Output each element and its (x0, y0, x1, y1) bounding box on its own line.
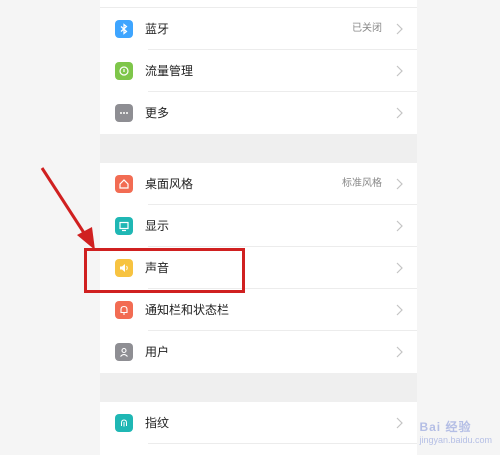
setting-row-fingerprint[interactable]: 指纹 (100, 402, 417, 444)
setting-label: 流量管理 (145, 64, 194, 78)
setting-label: 用户 (145, 345, 170, 359)
chevron-right-icon (396, 107, 403, 119)
setting-row-more[interactable]: 更多 (100, 92, 417, 134)
setting-row-notifications[interactable]: 通知栏和状态栏 (100, 289, 417, 331)
setting-row-display[interactable]: 显示 (100, 205, 417, 247)
setting-value: 已关闭 (352, 23, 382, 34)
chevron-right-icon (396, 417, 403, 429)
setting-value: 标准风格 (342, 178, 382, 189)
setting-label: 蓝牙 (145, 22, 170, 36)
setting-row-data-usage[interactable]: 流量管理 (100, 50, 417, 92)
chevron-right-icon (396, 23, 403, 35)
watermark-text: Bai 经验 (419, 420, 472, 434)
display-icon (115, 217, 133, 235)
setting-row-desktop-style[interactable]: 桌面风格 标准风格 (100, 163, 417, 205)
setting-label: 桌面风格 (145, 177, 194, 191)
notification-icon (115, 301, 133, 319)
setting-label: 指纹 (145, 416, 170, 430)
chevron-right-icon (396, 65, 403, 77)
chevron-right-icon (396, 304, 403, 316)
settings-list: 蓝牙 已关闭 流量管理 更多 桌面风格 标准风格 显示 声音 通知栏和状态栏 用… (100, 0, 417, 455)
setting-label: 更多 (145, 106, 170, 120)
user-icon (115, 343, 133, 361)
section-gap (100, 373, 417, 402)
bluetooth-icon (115, 20, 133, 38)
fingerprint-icon (115, 414, 133, 432)
chevron-right-icon (396, 178, 403, 190)
highlight-box (84, 248, 245, 293)
chevron-right-icon (396, 346, 403, 358)
watermark-logo: Bai 经验 jingyan.baidu.com (419, 418, 492, 445)
section-gap (100, 134, 417, 163)
home-icon (115, 175, 133, 193)
divider (148, 443, 417, 444)
setting-label: 通知栏和状态栏 (145, 303, 230, 317)
setting-row-bluetooth[interactable]: 蓝牙 已关闭 (100, 8, 417, 50)
chevron-right-icon (396, 262, 403, 274)
watermark-url: jingyan.baidu.com (419, 435, 492, 445)
chevron-right-icon (396, 220, 403, 232)
setting-row-user[interactable]: 用户 (100, 331, 417, 373)
setting-label: 显示 (145, 219, 170, 233)
data-usage-icon (115, 62, 133, 80)
more-icon (115, 104, 133, 122)
